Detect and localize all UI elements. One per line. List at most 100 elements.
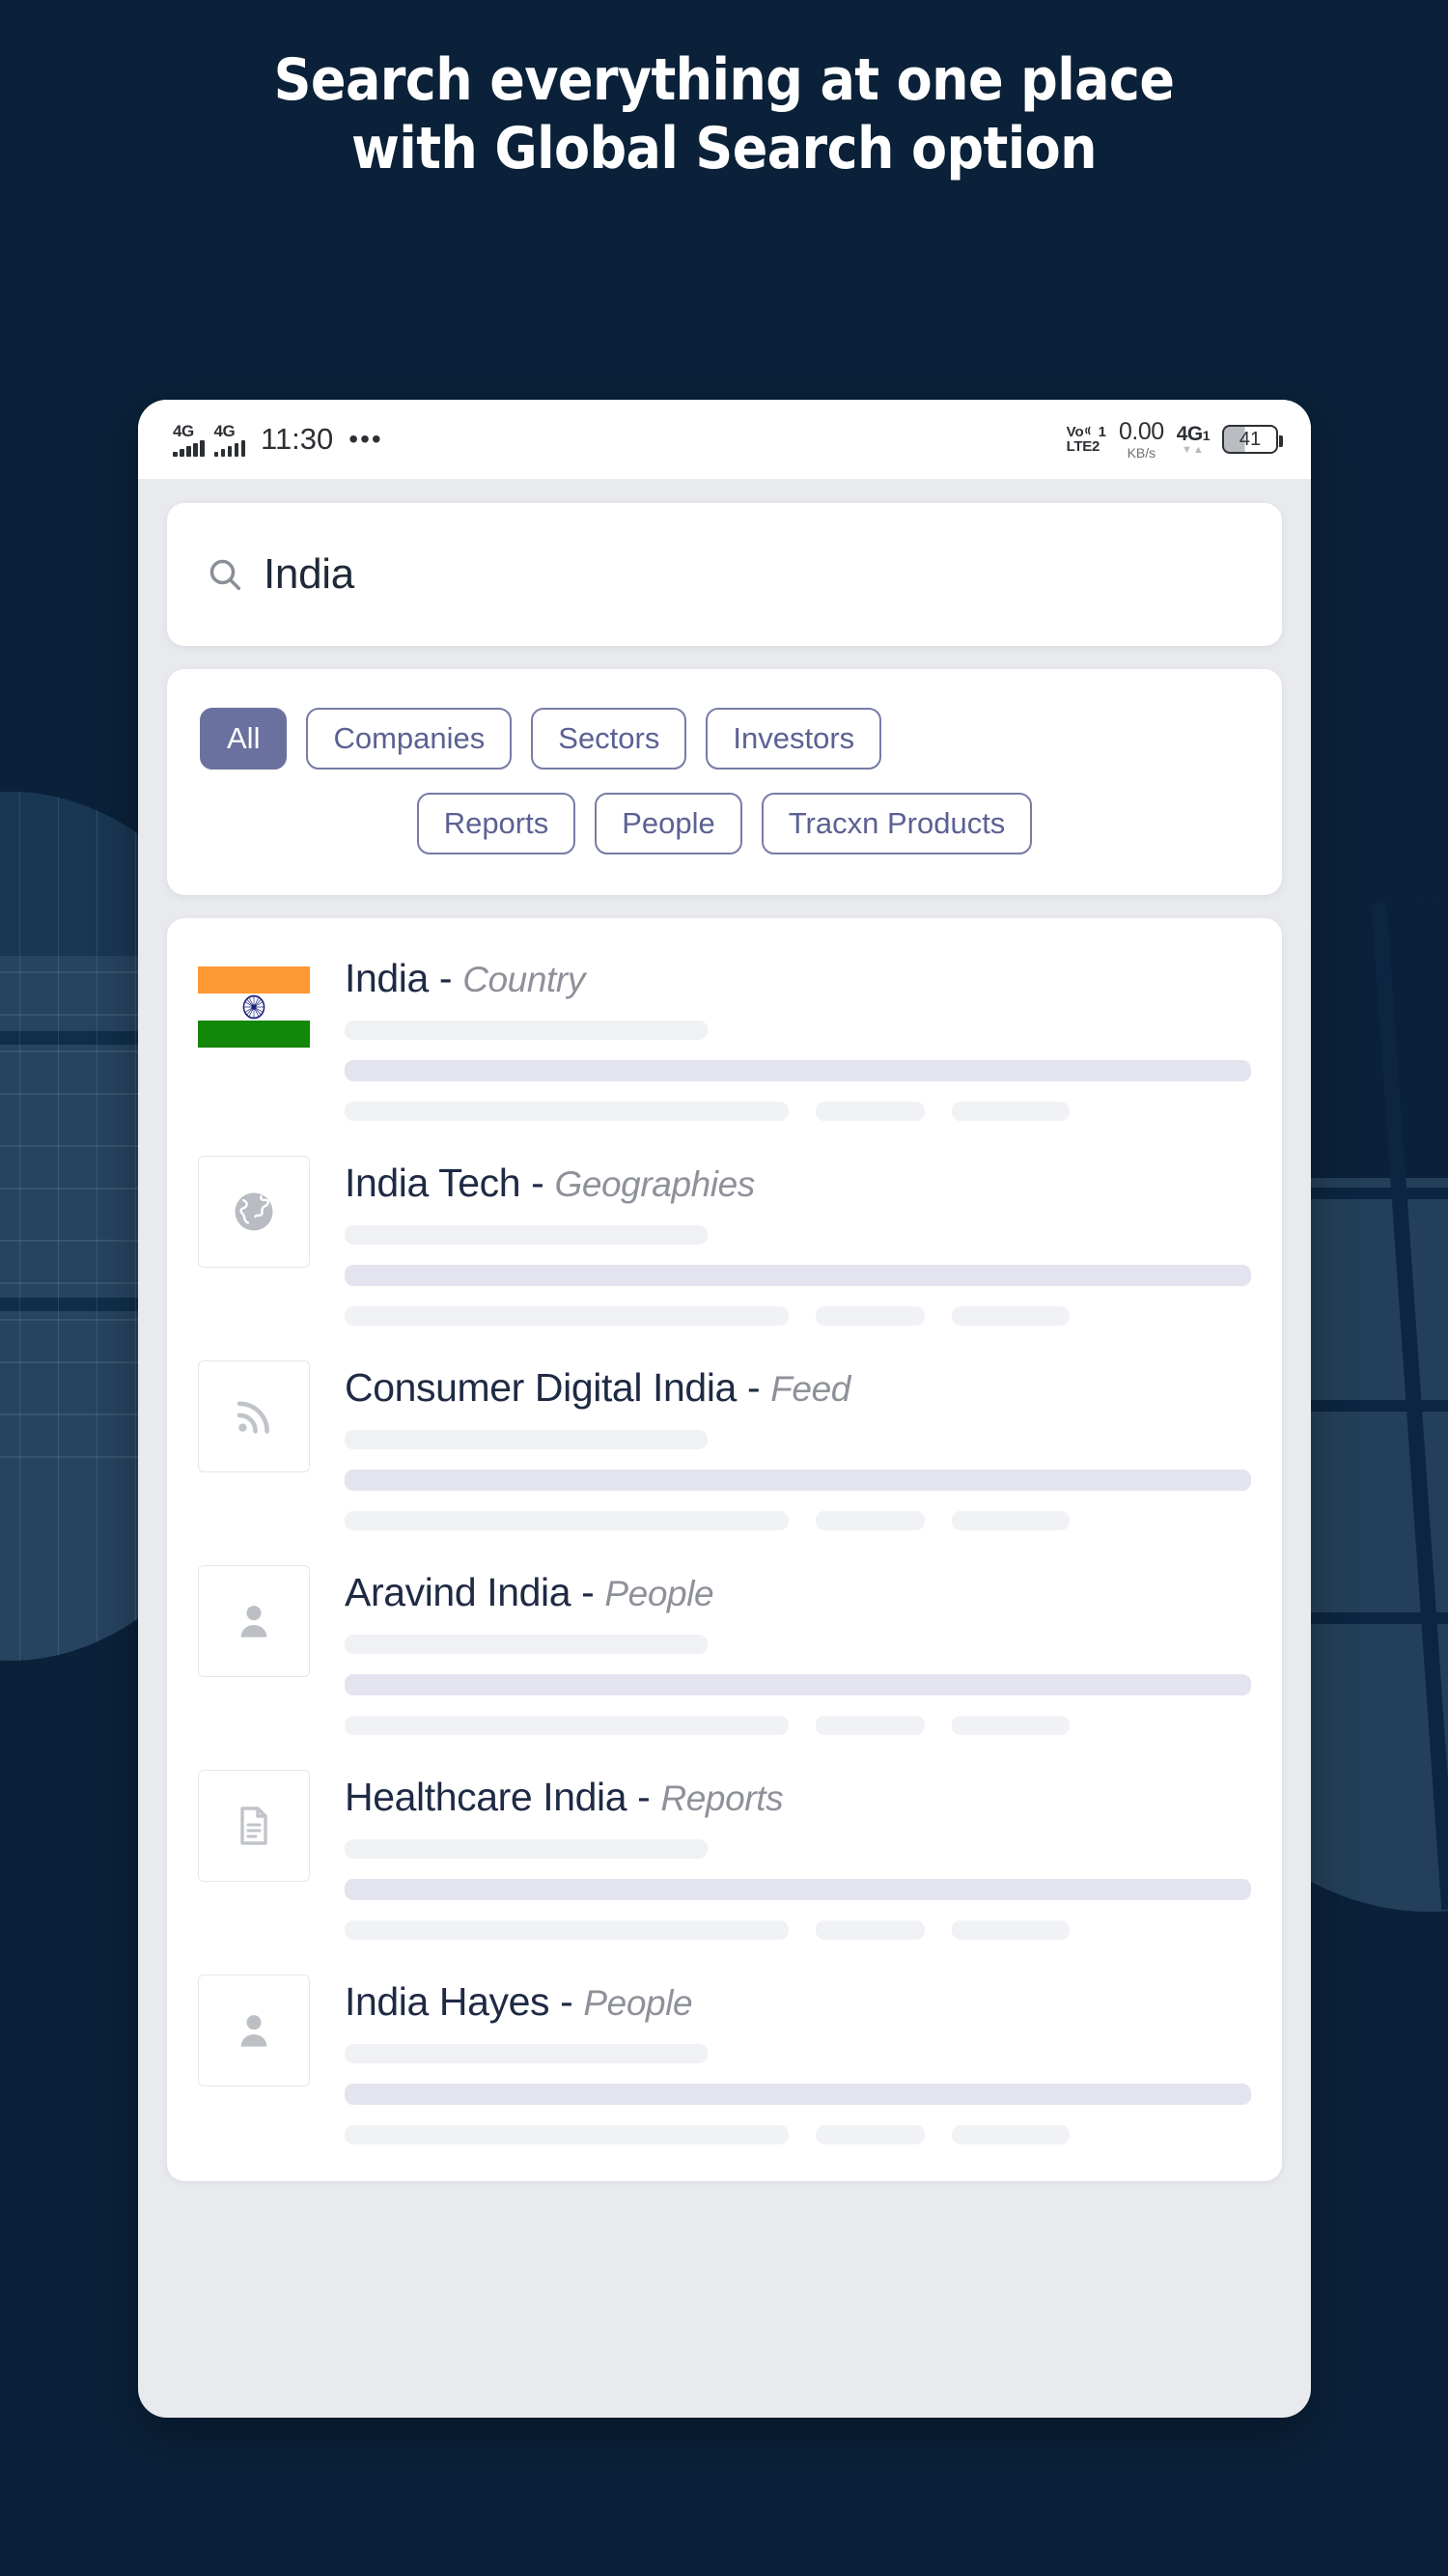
filter-chip-companies[interactable]: Companies xyxy=(306,708,513,770)
data-network-sim: 1 xyxy=(1202,427,1211,443)
network-speed-value: 0.00 xyxy=(1119,417,1164,445)
network-speed-indicator: 0.00 KB/s xyxy=(1119,417,1164,461)
filter-chip-people[interactable]: People xyxy=(595,793,742,855)
skeleton-bar-group xyxy=(345,1716,1251,1736)
headline-line-2: with Global Search option xyxy=(351,114,1097,182)
skeleton-bar-c xyxy=(951,2124,1070,2144)
volte-vo-label: Vo xyxy=(1066,423,1084,440)
skeleton-bar-wide xyxy=(345,1470,1251,1492)
data-network-indicator: 4G1 ▼▲ xyxy=(1176,422,1211,456)
filter-chip-row-1: All Companies Sectors Investors xyxy=(200,708,1249,770)
rss-feed-icon xyxy=(198,1360,310,1473)
result-title: Aravind India xyxy=(345,1570,571,1615)
search-input[interactable]: India xyxy=(264,550,354,599)
search-bar[interactable]: India xyxy=(167,503,1282,646)
skeleton-bar-a xyxy=(345,1920,790,1940)
result-type: People xyxy=(604,1574,714,1614)
skeleton-bar-a xyxy=(345,1306,790,1327)
data-network-label: 4G xyxy=(1176,422,1204,445)
skeleton-bar-b xyxy=(816,1920,925,1940)
filter-chip-investors[interactable]: Investors xyxy=(706,708,882,770)
signal-sim1-label: 4G xyxy=(173,421,194,440)
skeleton-bar-a xyxy=(345,1102,790,1122)
skeleton-bar-group xyxy=(345,2124,1251,2144)
result-type: Country xyxy=(462,960,585,1000)
battery-level-label: 41 xyxy=(1239,428,1262,450)
skeleton-bar-b xyxy=(816,1102,925,1122)
result-dash: - xyxy=(746,1365,761,1411)
skeleton-bar-wide xyxy=(345,1265,1251,1287)
battery-icon: 41 xyxy=(1222,425,1283,454)
result-dash: - xyxy=(531,1161,544,1206)
result-dash: - xyxy=(637,1775,651,1820)
skeleton-bar-wide xyxy=(345,2083,1251,2105)
skeleton-bar-wide xyxy=(345,1060,1251,1082)
phone-mockup: 4G 4G 11:30 ••• Vo 1 LTE2 0.00 KB/s 4G1 … xyxy=(138,400,1311,2418)
volte-indicator-icon: Vo 1 LTE2 xyxy=(1066,423,1107,455)
result-title: Healthcare India xyxy=(345,1775,627,1820)
result-body: India - Country xyxy=(345,951,1251,1122)
result-row[interactable]: India - Country xyxy=(167,926,1282,1131)
skeleton-bar-b xyxy=(816,2124,925,2144)
volte-wave-icon xyxy=(1084,426,1091,435)
filter-chip-sectors[interactable]: Sectors xyxy=(531,708,687,770)
skeleton-bar-group xyxy=(345,1511,1251,1531)
signal-strength-sim2-icon: 4G xyxy=(213,423,245,457)
result-body: Consumer Digital India - Feed xyxy=(345,1360,1251,1531)
result-title-line: Healthcare India - Reports xyxy=(345,1775,1251,1820)
skeleton-bar-a xyxy=(345,1716,790,1736)
result-dash: - xyxy=(438,956,453,1001)
result-type: People xyxy=(583,1983,693,2023)
skeleton-bar-wide xyxy=(345,1674,1251,1696)
app-screen: India All Companies Sectors Investors Re… xyxy=(138,479,1311,2181)
status-bar-clock: 11:30 xyxy=(261,422,334,456)
skeleton-bar-group xyxy=(345,1102,1251,1122)
result-row[interactable]: India Hayes - People xyxy=(167,1949,1282,2154)
skeleton-bar-c xyxy=(951,1306,1070,1327)
result-row[interactable]: Consumer Digital India - Feed xyxy=(167,1335,1282,1540)
result-title: India Hayes xyxy=(345,1979,550,2024)
skeleton-bar-c xyxy=(951,1102,1070,1122)
result-row[interactable]: Healthcare India - Reports xyxy=(167,1745,1282,1949)
signal-strength-sim1-icon: 4G xyxy=(173,423,205,457)
skeleton-bar-short xyxy=(345,1021,708,1041)
india-flag-icon xyxy=(198,951,310,1064)
person-icon xyxy=(198,1974,310,2086)
result-title: Consumer Digital India xyxy=(345,1365,737,1411)
result-type: Geographies xyxy=(554,1164,755,1205)
result-title-line: India Tech - Geographies xyxy=(345,1161,1251,1206)
search-results-list: India - Country India Tech - Geographies… xyxy=(167,918,1282,2181)
skeleton-bar-wide xyxy=(345,1879,1251,1900)
result-row[interactable]: Aravind India - People xyxy=(167,1540,1282,1745)
filter-chip-all[interactable]: All xyxy=(200,708,288,770)
filter-chip-reports[interactable]: Reports xyxy=(416,793,576,855)
skeleton-bar-short xyxy=(345,1225,708,1246)
result-dash: - xyxy=(581,1570,595,1615)
filter-chip-tracxn-products[interactable]: Tracxn Products xyxy=(761,793,1033,855)
volte-sim1-label: 1 xyxy=(1098,423,1107,440)
headline-line-1: Search everything at one place xyxy=(273,46,1175,114)
result-title-line: India - Country xyxy=(345,957,1251,1001)
status-bar-overflow-icon: ••• xyxy=(348,424,383,454)
volte-lte-label: LTE xyxy=(1066,438,1093,455)
result-type: Feed xyxy=(770,1369,850,1410)
result-row[interactable]: India Tech - Geographies xyxy=(167,1131,1282,1335)
result-dash: - xyxy=(560,1979,573,2024)
skeleton-bar-a xyxy=(345,2124,790,2144)
skeleton-bar-short xyxy=(345,1635,708,1655)
page-title: Search everything at one place with Glob… xyxy=(0,46,1448,183)
skeleton-bar-b xyxy=(816,1511,925,1531)
result-title-line: Aravind India - People xyxy=(345,1570,1251,1615)
result-title: India xyxy=(345,956,429,1001)
skeleton-bar-b xyxy=(816,1306,925,1327)
filter-chip-group: All Companies Sectors Investors Reports … xyxy=(167,669,1282,896)
result-body: India Tech - Geographies xyxy=(345,1156,1251,1327)
skeleton-bar-group xyxy=(345,1920,1251,1940)
volte-sim2-label: 2 xyxy=(1091,438,1100,455)
network-speed-unit: KB/s xyxy=(1127,444,1156,461)
person-icon xyxy=(198,1565,310,1678)
result-title: India Tech xyxy=(345,1161,521,1206)
skeleton-bar-c xyxy=(951,1716,1070,1736)
status-bar: 4G 4G 11:30 ••• Vo 1 LTE2 0.00 KB/s 4G1 … xyxy=(138,400,1311,479)
status-bar-right: Vo 1 LTE2 0.00 KB/s 4G1 ▼▲ 41 xyxy=(1066,417,1283,461)
